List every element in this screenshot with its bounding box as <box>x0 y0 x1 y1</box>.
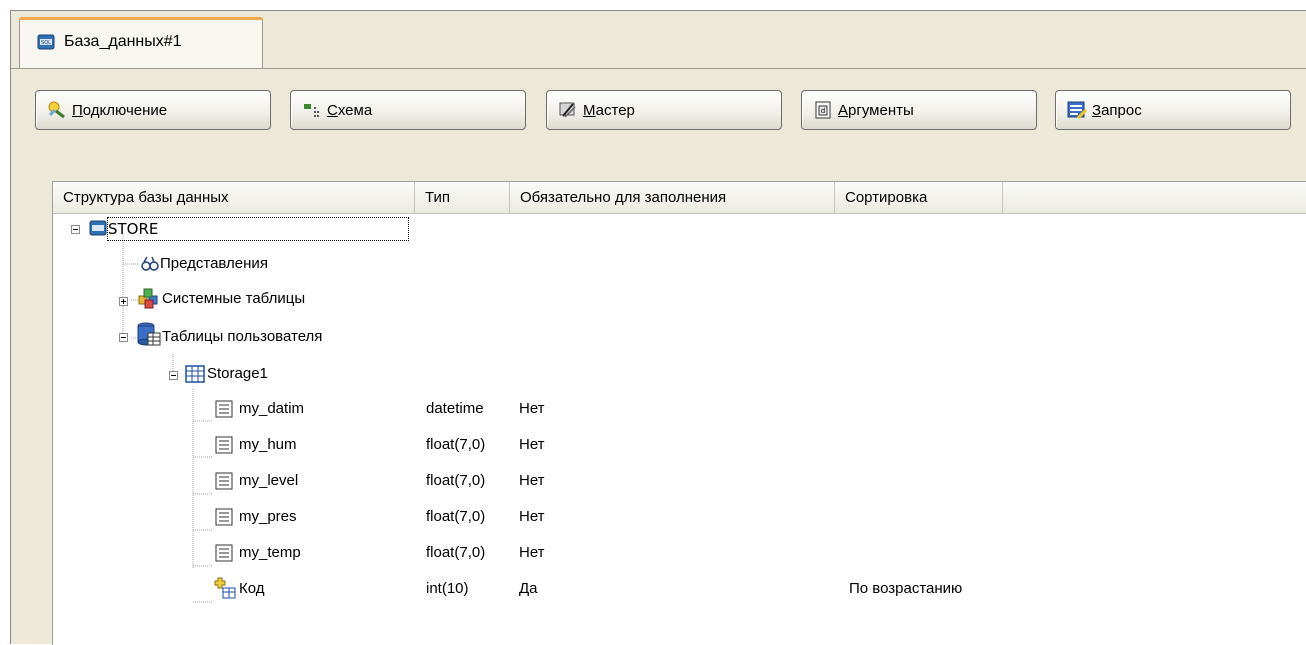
table-grid-icon <box>185 365 205 383</box>
schema-icon <box>304 104 319 117</box>
tab-database-1[interactable]: SQL База_данных#1 <box>19 17 263 69</box>
field-required: Да <box>519 580 538 597</box>
field-type: float(7,0) <box>426 544 486 561</box>
field-required: Нет <box>519 544 545 561</box>
field-name: my_temp <box>239 544 301 561</box>
collapse-store-toggle[interactable] <box>71 225 80 234</box>
tree-header: Структура базы данных Тип Обязательно дл… <box>53 182 1306 214</box>
field-required: Нет <box>519 508 545 525</box>
field-type: int(10) <box>426 580 469 597</box>
tree-node-system-tables[interactable]: Системные таблицы <box>162 290 305 307</box>
field-icon <box>215 544 233 562</box>
field-required: Нет <box>519 436 545 453</box>
column-header-sort[interactable]: Сортировка <box>835 182 1003 213</box>
svg-text:d: d <box>821 107 825 115</box>
field-type: float(7,0) <box>426 508 486 525</box>
field-icon <box>215 436 233 454</box>
connect-icon <box>48 101 65 119</box>
tab-label: База_данных#1 <box>64 33 182 50</box>
field-name: my_level <box>239 472 299 489</box>
field-icon <box>215 400 233 418</box>
database-sql-icon: SQL <box>37 34 55 50</box>
system-tables-cubes-icon <box>138 288 158 309</box>
database-panel: Подключение Схема Мастер d Аргументы Зап… <box>11 69 1306 645</box>
tree-node-store[interactable]: STORE <box>107 217 409 241</box>
database-sql-icon <box>89 220 107 236</box>
field-required: Нет <box>519 400 545 417</box>
tree-node-views[interactable]: Представления <box>160 255 268 272</box>
tree-node-user-tables[interactable]: Таблицы пользователя <box>162 328 322 345</box>
column-header-type[interactable]: Тип <box>415 182 510 213</box>
field-required: Нет <box>519 472 545 489</box>
collapse-storage1-toggle[interactable] <box>169 371 178 380</box>
field-type: float(7,0) <box>426 472 486 489</box>
tab-bar: SQL База_данных#1 <box>11 11 1306 69</box>
connect-button[interactable]: Подключение <box>35 90 271 130</box>
field-icon <box>215 472 233 490</box>
field-name: Код <box>239 580 265 597</box>
glasses-icon <box>141 256 159 271</box>
database-window: SQL База_данных#1 Подключение Схема Маст… <box>10 10 1306 645</box>
arguments-icon: d <box>815 101 831 119</box>
collapse-user-tables-toggle[interactable] <box>119 333 128 342</box>
query-icon <box>1067 101 1088 120</box>
wizard-button[interactable]: Мастер <box>546 90 782 130</box>
database-structure-tree[interactable]: Структура базы данных Тип Обязательно дл… <box>52 181 1306 645</box>
expand-system-tables-toggle[interactable] <box>119 297 128 306</box>
field-name: my_datim <box>239 400 305 417</box>
column-header-structure[interactable]: Структура базы данных <box>53 182 415 213</box>
tree-node-storage1[interactable]: Storage1 <box>207 365 268 382</box>
user-tables-database-icon <box>137 322 161 346</box>
field-type: float(7,0) <box>426 436 486 453</box>
schema-button[interactable]: Схема <box>290 90 526 130</box>
primary-key-field-icon <box>214 577 236 599</box>
field-name: my_pres <box>239 508 297 525</box>
query-button[interactable]: Запрос <box>1055 90 1291 130</box>
wizard-icon <box>559 102 576 118</box>
field-sort: По возрастанию <box>849 580 963 597</box>
field-type: datetime <box>426 400 484 417</box>
svg-text:SQL: SQL <box>41 40 51 46</box>
field-icon <box>215 508 233 526</box>
arguments-button[interactable]: d Аргументы <box>801 90 1037 130</box>
field-name: my_hum <box>239 436 297 453</box>
column-header-required[interactable]: Обязательно для заполнения <box>510 182 835 213</box>
